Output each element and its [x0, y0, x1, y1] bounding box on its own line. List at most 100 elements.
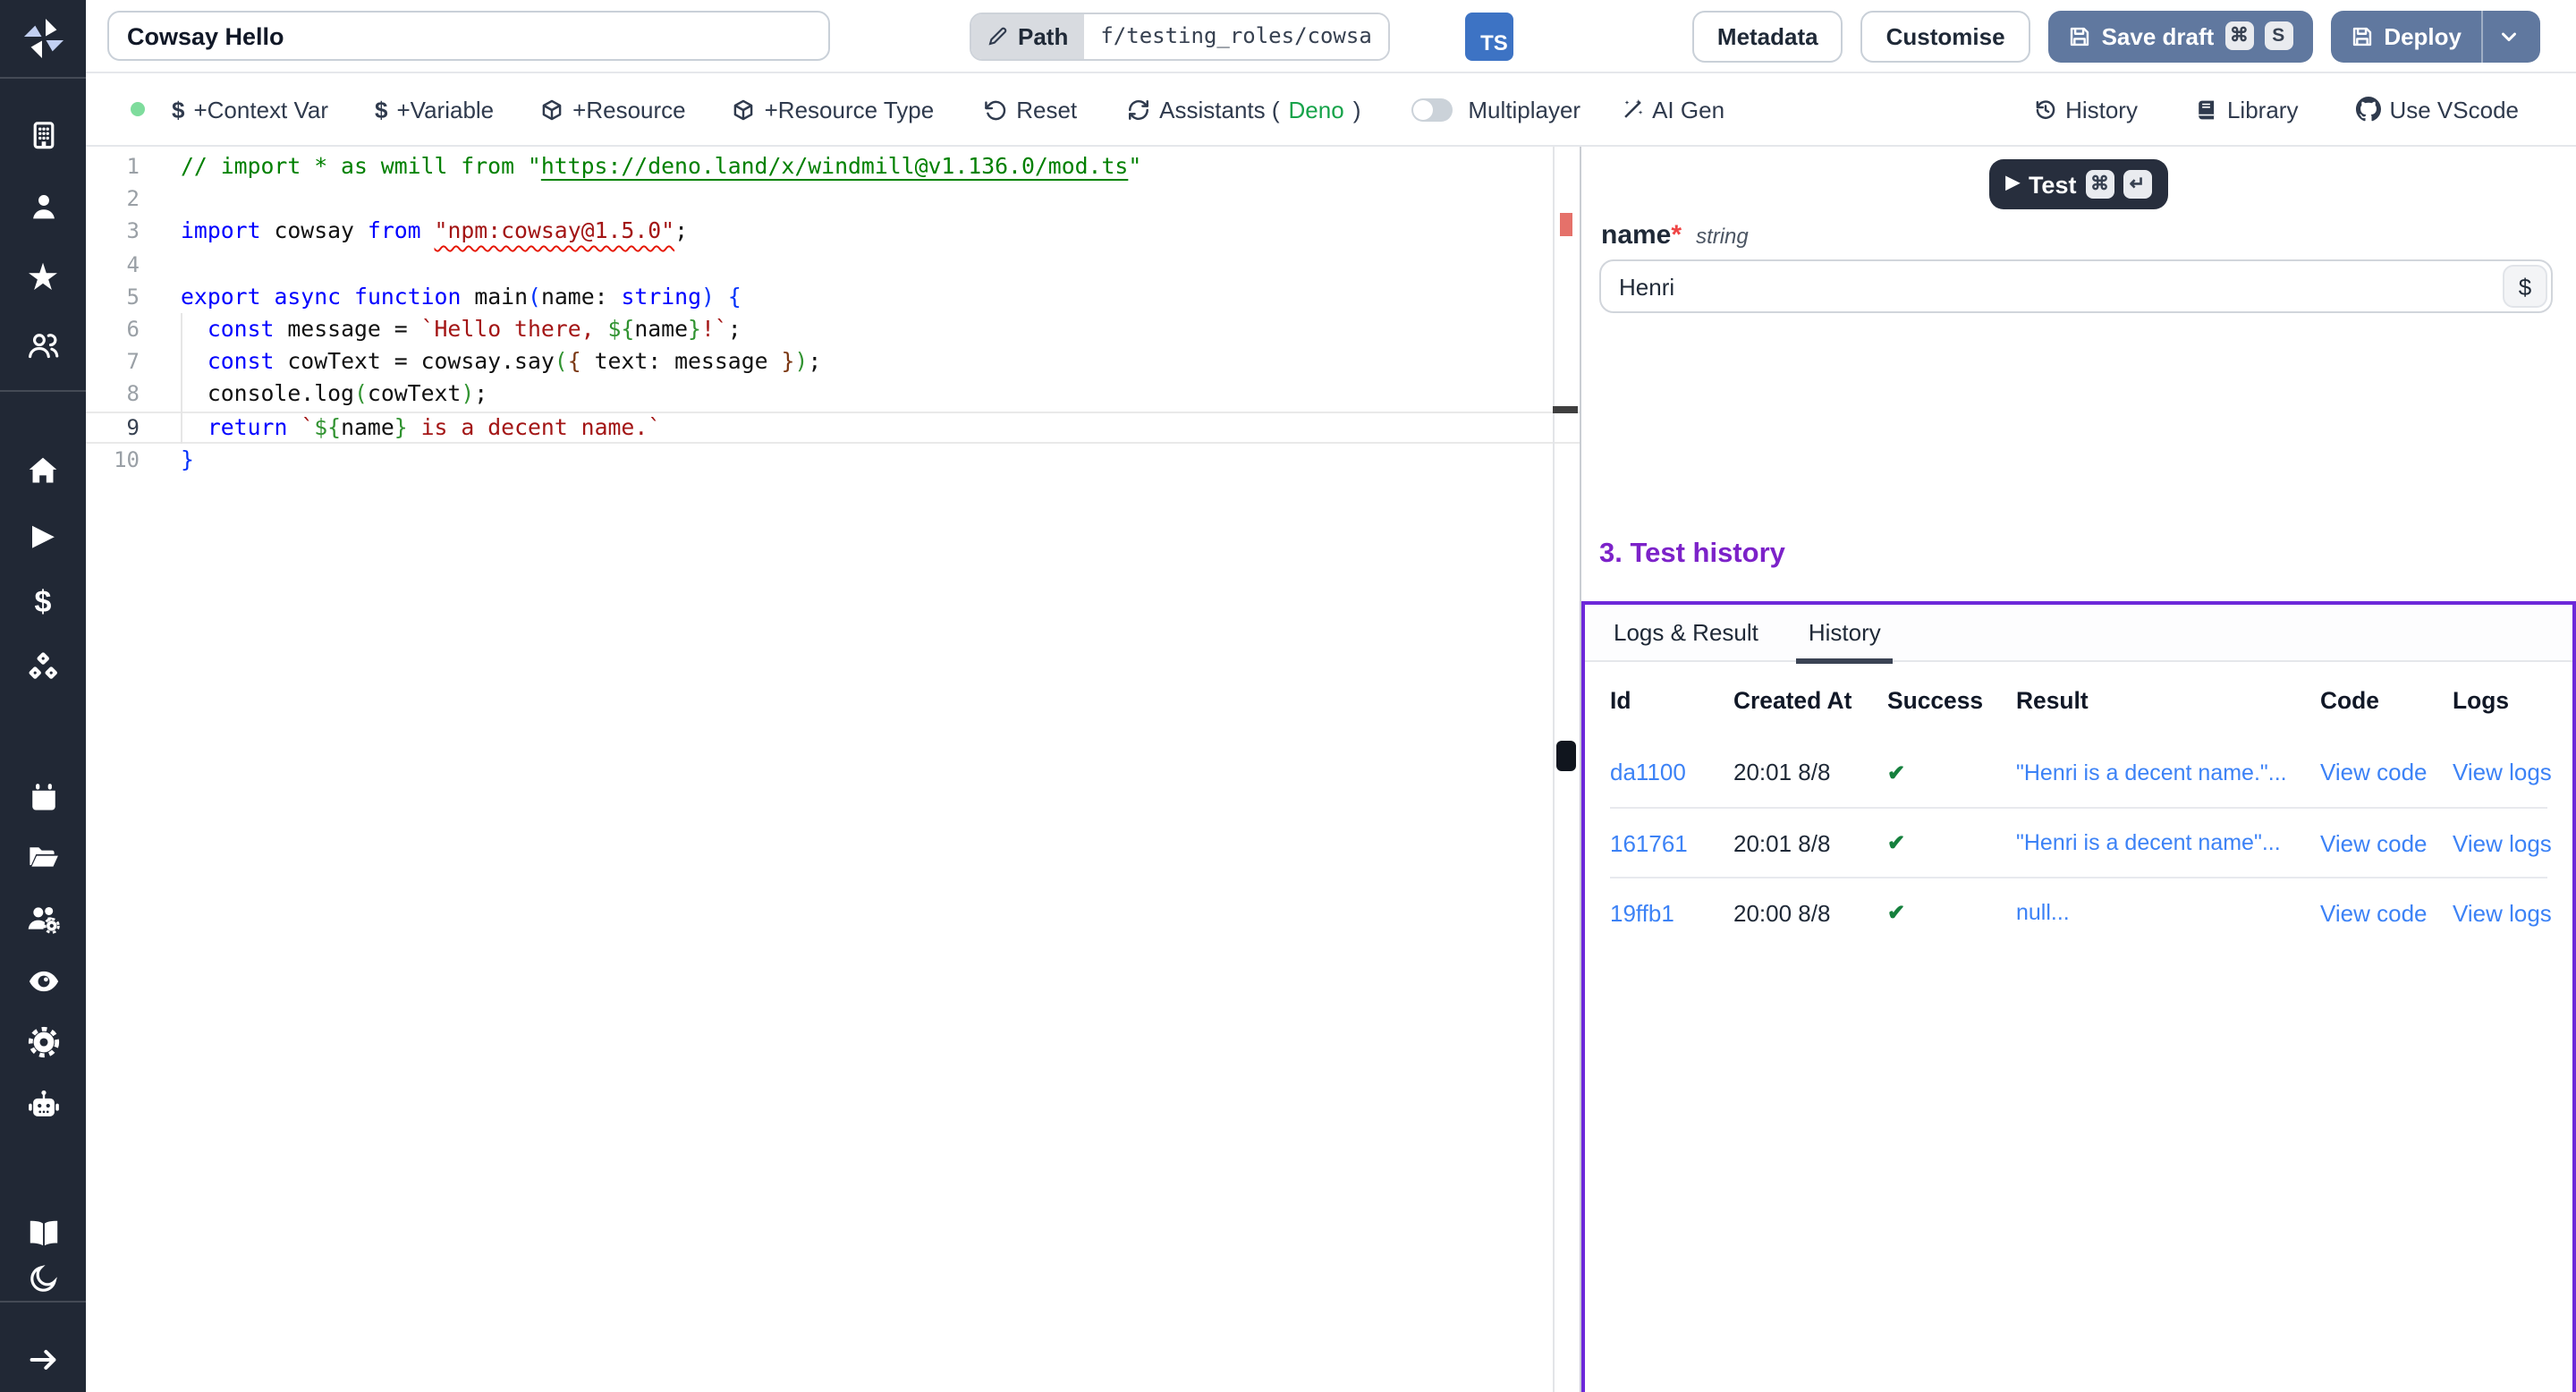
- workers-robot-icon[interactable]: [0, 1082, 86, 1125]
- view-code-link[interactable]: View code: [2320, 899, 2453, 926]
- audit-eye-icon[interactable]: [0, 959, 86, 1002]
- view-logs-link[interactable]: View logs: [2453, 829, 2552, 856]
- tab-history[interactable]: History: [1809, 619, 1881, 660]
- folders-icon[interactable]: [0, 836, 86, 878]
- add-variable-button[interactable]: $ +Variable: [375, 96, 494, 123]
- ai-gen-button[interactable]: AI Gen: [1620, 96, 1724, 123]
- user-group-icon[interactable]: [0, 324, 86, 367]
- tab-logs-result[interactable]: Logs & Result: [1614, 619, 1758, 660]
- metadata-button[interactable]: Metadata: [1692, 10, 1843, 62]
- code-line-3[interactable]: 3import cowsay from "npm:cowsay@1.5.0";: [86, 216, 1580, 248]
- runs-play-icon[interactable]: ▶: [0, 514, 86, 556]
- schedules-calendar-icon[interactable]: [0, 775, 86, 818]
- code-line-1[interactable]: 1// import * as wmill from "https://deno…: [86, 150, 1580, 182]
- star-icon[interactable]: ★: [0, 256, 86, 299]
- history-table-body: da110020:01 8/8✔"Henri is a decent name.…: [1610, 737, 2547, 946]
- settings-gear-icon[interactable]: [0, 1020, 86, 1063]
- magic-wand-icon: [1620, 98, 1643, 121]
- sidebar-divider: [0, 77, 86, 79]
- created-at: 20:01 8/8: [1733, 759, 1887, 785]
- add-resource-button[interactable]: +Resource: [540, 96, 685, 123]
- arg-type: string: [1696, 224, 1749, 249]
- cmd-key-badge: ⌘: [2224, 21, 2253, 50]
- save-draft-button[interactable]: Save draft ⌘ S: [2048, 10, 2313, 62]
- line-content: }: [181, 443, 194, 475]
- test-button[interactable]: ▶ Test ⌘ ↵: [1990, 159, 2168, 209]
- code-line-9[interactable]: 9 return `${name} is a decent name.`: [86, 411, 1580, 443]
- pane-resize-grip[interactable]: [1556, 741, 1576, 771]
- code-line-7[interactable]: 7 const cowText = cowsay.say({ text: mes…: [86, 345, 1580, 378]
- code-line-5[interactable]: 5export async function main(name: string…: [86, 281, 1580, 313]
- view-code-link[interactable]: View code: [2320, 759, 2453, 785]
- line-content: import cowsay from "npm:cowsay@1.5.0";: [181, 216, 688, 248]
- github-icon: [2355, 97, 2380, 122]
- code-line-10[interactable]: 10}: [86, 443, 1580, 475]
- path-chip[interactable]: Path f/testing_roles/cowsa: [970, 12, 1390, 60]
- name-arg-input[interactable]: [1599, 259, 2553, 313]
- line-content: const cowText = cowsay.say({ text: messa…: [181, 345, 821, 378]
- reset-button[interactable]: Reset: [984, 96, 1077, 123]
- created-at: 20:00 8/8: [1733, 899, 1887, 926]
- assistants-lang: Deno: [1289, 96, 1344, 123]
- docs-book-icon[interactable]: [0, 1211, 86, 1254]
- line-number: 4: [86, 248, 140, 280]
- created-at: 20:01 8/8: [1733, 829, 1887, 856]
- dark-mode-moon-icon[interactable]: [0, 1256, 86, 1299]
- save-icon: [2068, 24, 2091, 47]
- dollar-icon: $: [375, 96, 387, 123]
- code-line-6[interactable]: 6 const message = `Hello there, ${name}!…: [86, 313, 1580, 345]
- line-content: return `${name} is a decent name.`: [181, 411, 661, 443]
- view-logs-link[interactable]: View logs: [2453, 899, 2552, 926]
- job-id-link[interactable]: 19ffb1: [1610, 899, 1733, 926]
- add-context-var-button[interactable]: $ +Context Var: [172, 96, 328, 123]
- history-row-da1100: da110020:01 8/8✔"Henri is a decent name.…: [1610, 737, 2547, 807]
- variable-picker-button[interactable]: $: [2503, 265, 2547, 308]
- line-number: 6: [86, 313, 140, 345]
- expand-arrow-right-icon[interactable]: [0, 1338, 86, 1381]
- play-icon: ▶: [2006, 175, 2020, 193]
- result-link[interactable]: "Henri is a decent name"...: [2016, 830, 2320, 855]
- cube-icon: [540, 98, 564, 121]
- view-logs-link[interactable]: View logs: [2453, 759, 2552, 785]
- refresh-icon: [1127, 98, 1150, 121]
- dollar-icon: $: [172, 96, 184, 123]
- code-line-8[interactable]: 8 console.log(cowText);: [86, 378, 1580, 411]
- home-icon[interactable]: [0, 449, 86, 492]
- windmill-logo-icon[interactable]: [0, 13, 86, 63]
- library-button[interactable]: Library: [2195, 96, 2299, 123]
- customise-button[interactable]: Customise: [1861, 10, 2030, 62]
- job-id-link[interactable]: da1100: [1610, 759, 1733, 785]
- multiplayer-toggle[interactable]: [1411, 98, 1452, 121]
- history-button[interactable]: History: [2033, 96, 2138, 123]
- cube-icon: [733, 98, 756, 121]
- groups-users-gear-icon[interactable]: [0, 896, 86, 939]
- run-panel: ▶ Test ⌘ ↵ name* string $ 3. Test histor…: [1581, 147, 2576, 1392]
- s-key-badge: S: [2264, 21, 2292, 50]
- line-number: 5: [86, 281, 140, 313]
- multiplayer-label: Multiplayer: [1468, 96, 1580, 123]
- history-row-19ffb1: 19ffb120:00 8/8✔null...View codeView log…: [1610, 877, 2547, 946]
- result-link[interactable]: "Henri is a decent name."...: [2016, 760, 2320, 785]
- view-code-link[interactable]: View code: [2320, 829, 2453, 856]
- job-id-link[interactable]: 161761: [1610, 829, 1733, 856]
- line-content: console.log(cowText);: [181, 378, 487, 411]
- success-check-icon: ✔: [1887, 830, 2016, 855]
- variables-dollar-icon[interactable]: $: [0, 580, 86, 623]
- line-number: 9: [86, 411, 140, 443]
- workspace-building-icon[interactable]: [0, 113, 86, 156]
- assistants-button[interactable]: Assistants (Deno): [1127, 96, 1360, 123]
- add-resource-type-button[interactable]: +Resource Type: [733, 96, 935, 123]
- resources-boxes-icon[interactable]: [0, 646, 86, 689]
- code-line-2[interactable]: 2: [86, 182, 1580, 215]
- user-icon[interactable]: [0, 184, 86, 227]
- code-line-4[interactable]: 4: [86, 248, 1580, 280]
- chevron-down-icon[interactable]: [2497, 24, 2521, 47]
- line-content: const message = `Hello there, ${name}!`;: [181, 313, 741, 345]
- result-link[interactable]: null...: [2016, 900, 2320, 925]
- sidebar-divider: [0, 390, 86, 392]
- code-editor[interactable]: 1// import * as wmill from "https://deno…: [86, 147, 1580, 1392]
- script-name-input[interactable]: [107, 11, 830, 61]
- cmd-key-badge: ⌘: [2085, 170, 2114, 199]
- use-vscode-button[interactable]: Use VScode: [2355, 96, 2519, 123]
- deploy-button[interactable]: Deploy: [2330, 10, 2540, 62]
